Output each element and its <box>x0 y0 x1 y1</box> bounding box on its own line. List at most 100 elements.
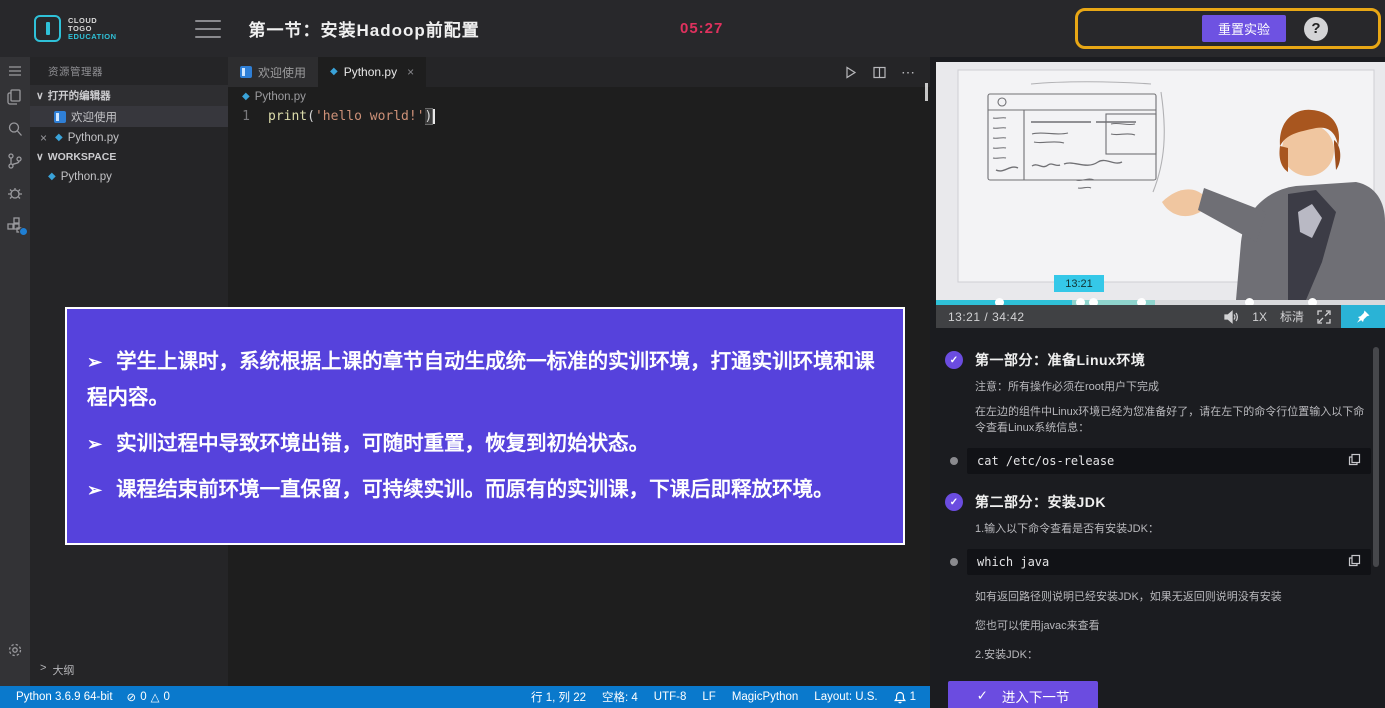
cursor-position[interactable]: 行 1, 列 22 <box>531 689 586 705</box>
gear-icon[interactable] <box>0 638 30 662</box>
run-icon[interactable] <box>843 65 858 80</box>
debug-icon[interactable] <box>0 181 30 205</box>
notifications-bell[interactable]: 1 <box>894 691 916 704</box>
outline-section[interactable]: > 大纲 <box>30 662 228 678</box>
overlay-bullet-1: ➢学生上课时，系统根据上课的章节自动生成统一标准的实训环境，打通实训环境和课程内… <box>87 344 883 416</box>
section-1-paragraph: 在左边的组件中Linux环境已经为您准备好了，请在左下的命令行位置输入以下命令查… <box>975 404 1367 436</box>
command-row-1: cat /etc/os-release <box>950 448 1371 474</box>
fullscreen-icon[interactable] <box>1317 310 1331 324</box>
course-content: ✓ 第一部分：准备Linux环境 注意：所有操作必须在root用户下完成 在左边… <box>930 328 1385 708</box>
extensions-icon[interactable] <box>0 213 30 237</box>
explorer-icon[interactable] <box>0 85 30 109</box>
video-frame-illustration <box>936 62 1385 300</box>
activity-bar <box>0 57 30 686</box>
sidebar-menu-icon[interactable] <box>0 59 30 83</box>
open-editors-section[interactable]: ∨ 打开的编辑器 <box>30 85 228 106</box>
app-root: CLOUD TOGO EDUCATION 第一节：安装Hadoop前配置 05:… <box>0 0 1385 708</box>
close-icon[interactable]: × <box>407 65 414 79</box>
help-icon[interactable]: ? <box>1304 17 1328 41</box>
section-1-note: 注意：所有操作必须在root用户下完成 <box>975 379 1367 395</box>
arrow-bullet-icon: ➢ <box>87 352 102 372</box>
breadcrumb[interactable]: ◆ Python.py <box>228 87 930 107</box>
python-icon: ◆ <box>48 172 56 182</box>
arrow-bullet-icon: ➢ <box>87 480 102 500</box>
right-panel: 13:21 13:21 / 34:42 1X 标清 <box>930 57 1385 708</box>
status-bar: Python 3.6.9 64-bit ⊘ 0 △ 0 行 1, 列 22 空格… <box>0 686 930 708</box>
bell-icon <box>894 691 906 704</box>
python-icon: ◆ <box>55 133 63 143</box>
bullet-dot-icon <box>950 457 958 465</box>
section-2-after3: 2.安装JDK： <box>975 647 1367 663</box>
tab-welcome[interactable]: 欢迎使用 <box>228 57 318 87</box>
check-icon: ✓ <box>945 351 963 369</box>
source-control-icon[interactable] <box>0 149 30 173</box>
split-editor-icon[interactable] <box>872 65 887 80</box>
video-controls: 13:21 / 34:42 1X 标清 <box>936 305 1385 328</box>
python-icon: ◆ <box>242 92 250 102</box>
chevron-right-icon: > <box>40 662 46 678</box>
more-actions-icon[interactable]: ⋯ <box>901 64 916 81</box>
python-icon: ◆ <box>330 67 338 77</box>
command-block[interactable]: which java <box>967 549 1371 575</box>
tab-python[interactable]: ◆ Python.py × <box>318 57 426 87</box>
command-row-2: which java <box>950 549 1371 575</box>
logo-line3: EDUCATION <box>68 33 117 41</box>
search-icon[interactable] <box>0 117 30 141</box>
editor-actions: ⋯ <box>843 57 916 87</box>
panel-scrollbar[interactable] <box>1373 347 1379 567</box>
cloud-togo-logo: CLOUD TOGO EDUCATION <box>34 15 117 42</box>
playback-speed[interactable]: 1X <box>1252 310 1267 324</box>
encoding[interactable]: UTF-8 <box>654 691 687 703</box>
pin-video-button[interactable] <box>1341 305 1385 328</box>
welcome-file-icon <box>54 111 66 123</box>
editor-scrollbar[interactable] <box>925 83 928 101</box>
python-version[interactable]: Python 3.6.9 64-bit <box>16 691 113 703</box>
language-mode[interactable]: MagicPython <box>732 691 798 703</box>
close-icon[interactable]: × <box>40 131 50 145</box>
open-editor-python[interactable]: × ◆ Python.py <box>30 127 228 148</box>
logo-icon <box>34 15 61 42</box>
info-overlay: ➢学生上课时，系统根据上课的章节自动生成统一标准的实训环境，打通实训环境和课程内… <box>65 307 905 545</box>
eol-sequence[interactable]: LF <box>702 691 715 703</box>
video-player[interactable]: 13:21 <box>936 62 1385 300</box>
next-section-button[interactable]: ✓ 进入下一节 <box>948 681 1098 708</box>
section-2-title: ✓ 第二部分：安装JDK <box>945 492 1385 512</box>
section-2-after1: 如有返回路径则说明已经安装JDK，如果无返回则说明没有安装 <box>975 589 1367 605</box>
editor-tab-bar: 欢迎使用 ◆ Python.py × ⋯ <box>228 57 930 87</box>
arrow-bullet-icon: ➢ <box>87 434 102 454</box>
workspace-section[interactable]: ∨ WORKSPACE <box>30 148 228 166</box>
section-1-title: ✓ 第一部分：准备Linux环境 <box>945 350 1385 370</box>
copy-icon[interactable] <box>1348 554 1361 570</box>
video-time: 13:21 / 34:42 <box>948 310 1025 324</box>
chapter-title: 第一节：安装Hadoop前配置 <box>249 16 480 41</box>
keyboard-layout[interactable]: Layout: U.S. <box>814 691 877 703</box>
reset-experiment-button[interactable]: 重置实验 <box>1202 15 1286 42</box>
explorer-header: 资源管理器 <box>30 57 228 85</box>
command-block[interactable]: cat /etc/os-release <box>967 448 1371 474</box>
volume-icon[interactable] <box>1223 310 1239 324</box>
copy-icon[interactable] <box>1348 453 1361 469</box>
section-2-paragraph: 1.输入以下命令查看是否有安装JDK： <box>975 521 1367 537</box>
indentation[interactable]: 空格: 4 <box>602 689 638 705</box>
chevron-down-icon: ∨ <box>36 151 44 163</box>
top-bar: CLOUD TOGO EDUCATION 第一节：安装Hadoop前配置 05:… <box>0 0 1385 57</box>
workspace-file-python[interactable]: ◆ Python.py <box>30 166 228 187</box>
welcome-file-icon <box>240 66 252 78</box>
open-editor-welcome[interactable]: 欢迎使用 <box>30 106 228 127</box>
error-icon: ⊘ <box>127 690 137 704</box>
remote-badge <box>19 227 28 236</box>
menu-icon[interactable] <box>195 20 221 38</box>
reset-highlight-frame: 重置实验 ? <box>1075 8 1381 49</box>
video-quality[interactable]: 标清 <box>1280 308 1304 325</box>
line-number: 1 <box>228 109 268 124</box>
session-timer: 05:27 <box>680 20 723 37</box>
check-icon: ✓ <box>945 493 963 511</box>
code-line-1[interactable]: 1 print ( 'hello world!' ) <box>228 107 930 126</box>
chevron-down-icon: ∨ <box>36 90 44 102</box>
overlay-bullet-3: ➢课程结束前环境一直保留，可持续实训。而原有的实训课，下课后即释放环境。 <box>87 472 883 508</box>
warning-icon: △ <box>151 690 160 704</box>
section-2-after2: 您也可以使用javac来查看 <box>975 618 1367 634</box>
overlay-bullet-2: ➢实训过程中导致环境出错，可随时重置，恢复到初始状态。 <box>87 426 883 462</box>
problems-indicator[interactable]: ⊘ 0 △ 0 <box>127 690 170 704</box>
bullet-dot-icon <box>950 558 958 566</box>
